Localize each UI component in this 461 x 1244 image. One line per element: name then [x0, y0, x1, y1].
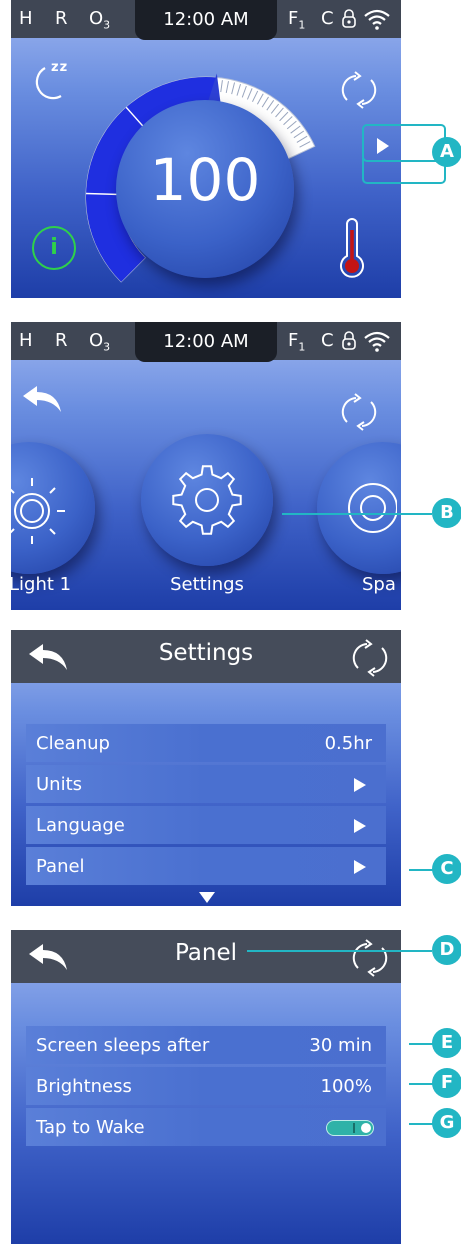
settings-button[interactable]: [141, 434, 273, 566]
toggle-divider: [353, 1123, 355, 1133]
language-row[interactable]: Language: [26, 806, 386, 844]
callout-c-line: [409, 869, 433, 871]
chevron-right-icon: [354, 778, 366, 792]
filter-subscript: 1: [298, 18, 306, 32]
ozone-subscript: 3: [103, 18, 111, 32]
callout-d: D: [432, 935, 461, 965]
panel-screen: Panel Screen sleeps after 30 min Brightn…: [11, 930, 401, 1244]
screen-sleep-row[interactable]: Screen sleeps after 30 min: [26, 1026, 386, 1064]
callout-g-line: [409, 1123, 433, 1125]
callout-b-line: [282, 513, 432, 515]
spa-icon: [348, 483, 397, 533]
status-bar: H R O3 12:00 AM F1 C: [11, 322, 401, 362]
callout-e-line: [409, 1043, 433, 1045]
lock-icon: [342, 9, 356, 28]
language-label: Language: [36, 815, 125, 836]
wifi-icon: [364, 9, 390, 30]
cleanup-row[interactable]: Cleanup 0.5hr: [26, 724, 386, 762]
filter-subscript: 1: [298, 340, 306, 354]
ozone-indicator: O3: [89, 330, 110, 354]
filter-letter: F: [288, 330, 299, 351]
panel-row[interactable]: Panel: [26, 847, 386, 885]
clock: 12:00 AM: [163, 9, 249, 30]
ozone-letter: O: [89, 330, 104, 351]
chevron-right-icon: [354, 819, 366, 833]
filter-letter: F: [288, 8, 299, 29]
panel-title: Panel: [174, 940, 238, 966]
callout-e: E: [432, 1028, 461, 1058]
celsius-indicator: C: [321, 330, 334, 351]
refresh-icon[interactable]: [349, 638, 391, 678]
thermometer-icon[interactable]: [335, 218, 369, 280]
status-bar: H R O3 12:00 AM F1 C: [11, 0, 401, 40]
brightness-value: 100%: [320, 1076, 372, 1097]
settings-screen: Settings Cleanup 0.5hr Units Language Pa…: [11, 630, 401, 906]
info-label: i: [50, 235, 58, 260]
refresh-icon[interactable]: [349, 938, 391, 978]
units-row[interactable]: Units: [26, 765, 386, 803]
brightness-label: Brightness: [36, 1076, 132, 1097]
heater-indicator: H: [19, 330, 33, 351]
ready-indicator: R: [55, 8, 68, 29]
tap-to-wake-label: Tap to Wake: [36, 1117, 145, 1138]
settings-title: Settings: [158, 640, 254, 666]
callout-f-line: [409, 1083, 433, 1085]
celsius-indicator: C: [321, 8, 334, 29]
back-arrow-icon[interactable]: [21, 384, 63, 416]
cleanup-label: Cleanup: [36, 733, 110, 754]
spa-button[interactable]: [317, 442, 401, 574]
light-1-button[interactable]: [11, 442, 95, 574]
light-1-label: Light 1: [11, 574, 72, 595]
callout-f: F: [432, 1068, 461, 1098]
lock-icon: [342, 331, 356, 350]
callout-a-frame-bottom: [362, 158, 446, 184]
panel-label: Panel: [36, 856, 85, 877]
callout-a: A: [432, 137, 461, 167]
cleanup-value: 0.5hr: [324, 733, 372, 754]
home-screen: H R O3 12:00 AM F1 C zz 100 i: [11, 0, 401, 298]
callout-c: C: [432, 854, 461, 884]
tap-to-wake-row[interactable]: Tap to Wake: [26, 1108, 386, 1146]
ozone-letter: O: [89, 8, 104, 29]
setpoint-value: 100: [149, 146, 261, 214]
screen-sleep-value: 30 min: [309, 1035, 372, 1056]
heater-indicator: H: [19, 8, 33, 29]
filter-indicator: F1: [288, 330, 305, 354]
tap-to-wake-toggle[interactable]: [326, 1120, 374, 1136]
units-label: Units: [36, 774, 83, 795]
callout-b: B: [432, 498, 461, 528]
settings-title-bar: Settings: [11, 630, 401, 683]
gear-icon: [172, 465, 242, 535]
ozone-indicator: O3: [89, 8, 110, 32]
gauge-divider: [86, 192, 121, 196]
chevron-right-icon: [354, 860, 366, 874]
settings-label: Settings: [170, 574, 244, 595]
brightness-row[interactable]: Brightness 100%: [26, 1067, 386, 1105]
refresh-icon[interactable]: [338, 392, 380, 432]
sun-icon: [11, 478, 65, 544]
refresh-icon[interactable]: [338, 70, 380, 110]
filter-indicator: F1: [288, 8, 305, 32]
toggle-knob: [361, 1123, 371, 1133]
info-icon[interactable]: i: [32, 226, 76, 270]
callout-g: G: [432, 1108, 461, 1138]
screen-sleep-label: Screen sleeps after: [36, 1035, 210, 1056]
scroll-down-icon[interactable]: [199, 892, 215, 903]
menu-screen: H R O3 12:00 AM F1 C Light 1 Settings Sp…: [11, 322, 401, 610]
callout-d-line: [247, 950, 432, 952]
ready-indicator: R: [55, 330, 68, 351]
spa-label: Spa: [362, 574, 396, 595]
wifi-icon: [364, 331, 390, 352]
ozone-subscript: 3: [103, 340, 111, 354]
panel-title-bar: Panel: [11, 930, 401, 983]
sleep-zz-label: zz: [51, 60, 69, 75]
clock: 12:00 AM: [163, 331, 249, 352]
